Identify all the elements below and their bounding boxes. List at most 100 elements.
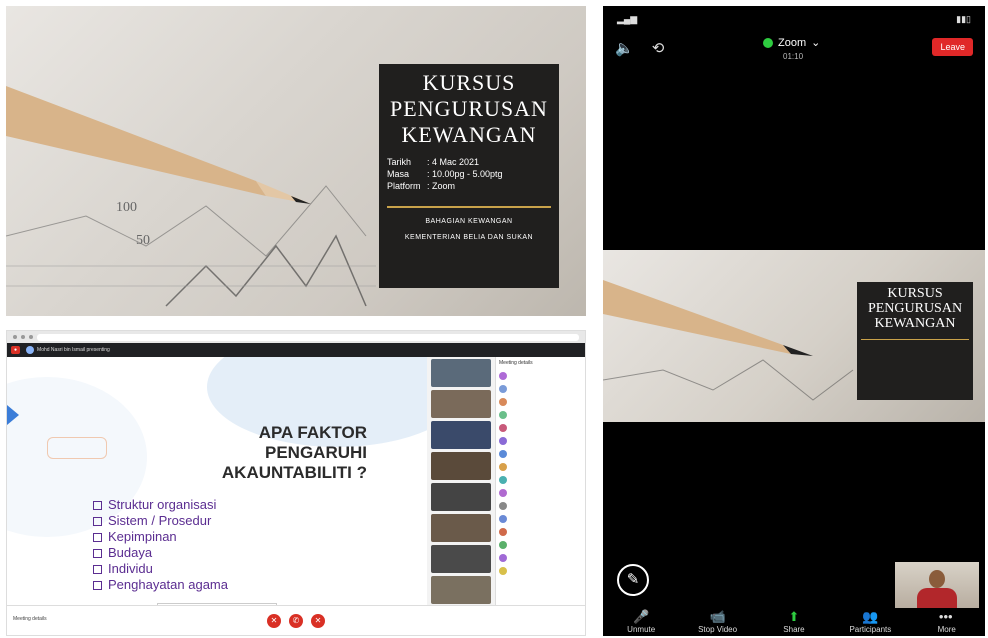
microphone-muted-icon: 🎤 <box>633 609 650 624</box>
mic-off-button[interactable]: ✕ <box>267 613 281 628</box>
participant-tiles <box>431 359 491 607</box>
video-tile[interactable] <box>431 421 491 449</box>
share-button[interactable]: ⬆ Share <box>759 609 829 634</box>
checkbox-icon <box>93 500 102 510</box>
poster-details: Tarikh: 4 Mac 2021 Masa: 10.00pg - 5.00p… <box>387 156 551 192</box>
slide-question: APA FAKTOR PENGARUHI AKAUNTABILITI ? <box>221 423 367 482</box>
speaker-icon[interactable]: 🔈 <box>615 39 634 57</box>
avatar <box>499 410 507 419</box>
presenter-avatar <box>26 346 35 354</box>
svg-text:100: 100 <box>116 200 137 215</box>
avatar <box>499 384 507 393</box>
participants-panel: Meeting details <box>495 357 585 611</box>
chevron-down-icon: ⌄ <box>811 37 821 49</box>
avatar <box>499 449 507 458</box>
checkbox-icon <box>93 532 102 542</box>
participant-row[interactable] <box>496 538 585 551</box>
participants-icon: 👥 <box>862 609 879 624</box>
status-bar: ▂▄▆ ▮▮▯ <box>603 6 985 32</box>
zoom-top-bar: 🔈 ⟲ Zoom ⌄ 01:10 Leave <box>603 32 985 64</box>
video-tile[interactable] <box>431 452 491 480</box>
poster-row-platform: Platform: Zoom <box>387 181 456 191</box>
gold-divider <box>387 206 551 208</box>
participant-row[interactable] <box>496 408 585 421</box>
participant-row[interactable] <box>496 369 585 382</box>
video-tile[interactable] <box>431 390 491 418</box>
checkbox-icon <box>93 516 102 526</box>
participant-row[interactable] <box>496 447 585 460</box>
presentation-slide: APA FAKTOR PENGARUHI AKAUNTABILITI ? Str… <box>7 357 427 605</box>
avatar <box>499 462 507 471</box>
share-screen-icon: ⬆ <box>788 609 800 624</box>
shield-icon <box>763 37 773 48</box>
avatar <box>499 540 507 549</box>
zoom-meeting-title[interactable]: Zoom ⌄ <box>763 36 820 49</box>
video-tile[interactable] <box>431 576 491 604</box>
participant-row[interactable] <box>496 525 585 538</box>
participant-row[interactable] <box>496 421 585 434</box>
checkbox-icon <box>93 548 102 558</box>
poster-title: KURSUS PENGURUSAN KEWANGAN <box>390 70 548 147</box>
participant-row[interactable] <box>496 499 585 512</box>
avatar <box>499 501 507 510</box>
participant-row[interactable] <box>496 460 585 473</box>
switch-camera-icon[interactable]: ⟲ <box>652 39 665 57</box>
poster-row-date: Tarikh: 4 Mac 2021 <box>387 157 480 167</box>
zoom-mobile-screen: ▂▄▆ ▮▮▯ 🔈 ⟲ Zoom ⌄ 01:10 Leave KURSUS PEN… <box>603 6 985 636</box>
back-icon[interactable] <box>13 335 17 339</box>
shared-title-card: KURSUS PENGURUSAN KEWANGAN <box>857 282 973 400</box>
stop-video-button[interactable]: 📹 Stop Video <box>683 609 753 634</box>
carrier-signal-icon: ▂▄▆ <box>617 13 638 24</box>
video-tile[interactable] <box>431 359 491 387</box>
checkbox-icon <box>93 564 102 574</box>
participant-row[interactable] <box>496 434 585 447</box>
browser-toolbar <box>7 331 585 343</box>
leave-button[interactable]: Leave <box>932 38 973 56</box>
more-button[interactable]: ••• More <box>912 609 982 634</box>
shared-screen: KURSUS PENGURUSAN KEWANGAN <box>603 250 985 422</box>
avatar <box>499 475 507 484</box>
unmute-button[interactable]: 🎤 Unmute <box>606 609 676 634</box>
avatar <box>499 527 507 536</box>
participant-row[interactable] <box>496 395 585 408</box>
participant-row[interactable] <box>496 512 585 525</box>
course-poster: 100 50 KURSUS PENGURUSAN KEWANGAN Tarikh… <box>6 6 586 316</box>
avatar <box>499 436 507 445</box>
slide-logo <box>47 437 107 459</box>
meeting-details-link[interactable]: Meeting details <box>13 616 47 622</box>
participant-row[interactable] <box>496 473 585 486</box>
self-video-thumbnail[interactable] <box>895 562 979 608</box>
svg-text:50: 50 <box>136 233 150 248</box>
slide-arrow-icon <box>7 405 19 425</box>
participant-row[interactable] <box>496 564 585 577</box>
poster-title-card: KURSUS PENGURUSAN KEWANGAN Tarikh: 4 Mac… <box>379 64 559 288</box>
reload-icon[interactable] <box>29 335 33 339</box>
annotate-pencil-icon[interactable]: ✎ <box>617 564 649 596</box>
video-tile[interactable] <box>431 483 491 511</box>
avatar <box>499 423 507 432</box>
avatar <box>499 397 507 406</box>
participants-button[interactable]: 👥 Participants <box>835 609 905 634</box>
camera-off-button[interactable]: ✕ <box>311 613 325 628</box>
list-item: Budaya <box>93 545 228 561</box>
participant-row[interactable] <box>496 382 585 395</box>
poster-department: BAHAGIAN KEWANGAN <box>425 218 513 225</box>
video-tile[interactable] <box>431 514 491 542</box>
avatar <box>499 488 507 497</box>
presenter-indicator: Mohd Nasri bin Ismail presenting <box>26 346 110 354</box>
avatar <box>499 371 507 380</box>
address-bar[interactable] <box>37 333 579 341</box>
person-head <box>929 570 945 588</box>
google-meet-window: ● Mohd Nasri bin Ismail presenting APA F… <box>6 330 586 636</box>
poster-row-time: Masa: 10.00pg - 5.00ptg <box>387 169 503 179</box>
live-badge: ● <box>11 346 21 354</box>
gold-divider <box>861 339 969 340</box>
list-item: Struktur organisasi <box>93 497 228 513</box>
video-tile[interactable] <box>431 545 491 573</box>
hang-up-button[interactable]: ✆ <box>289 613 303 628</box>
participant-row[interactable] <box>496 551 585 564</box>
forward-icon[interactable] <box>21 335 25 339</box>
participant-row[interactable] <box>496 486 585 499</box>
meet-control-bar: Meeting details ✕ ✆ ✕ <box>7 605 585 635</box>
poster-ministry: KEMENTERIAN BELIA DAN SUKAN <box>404 234 534 241</box>
